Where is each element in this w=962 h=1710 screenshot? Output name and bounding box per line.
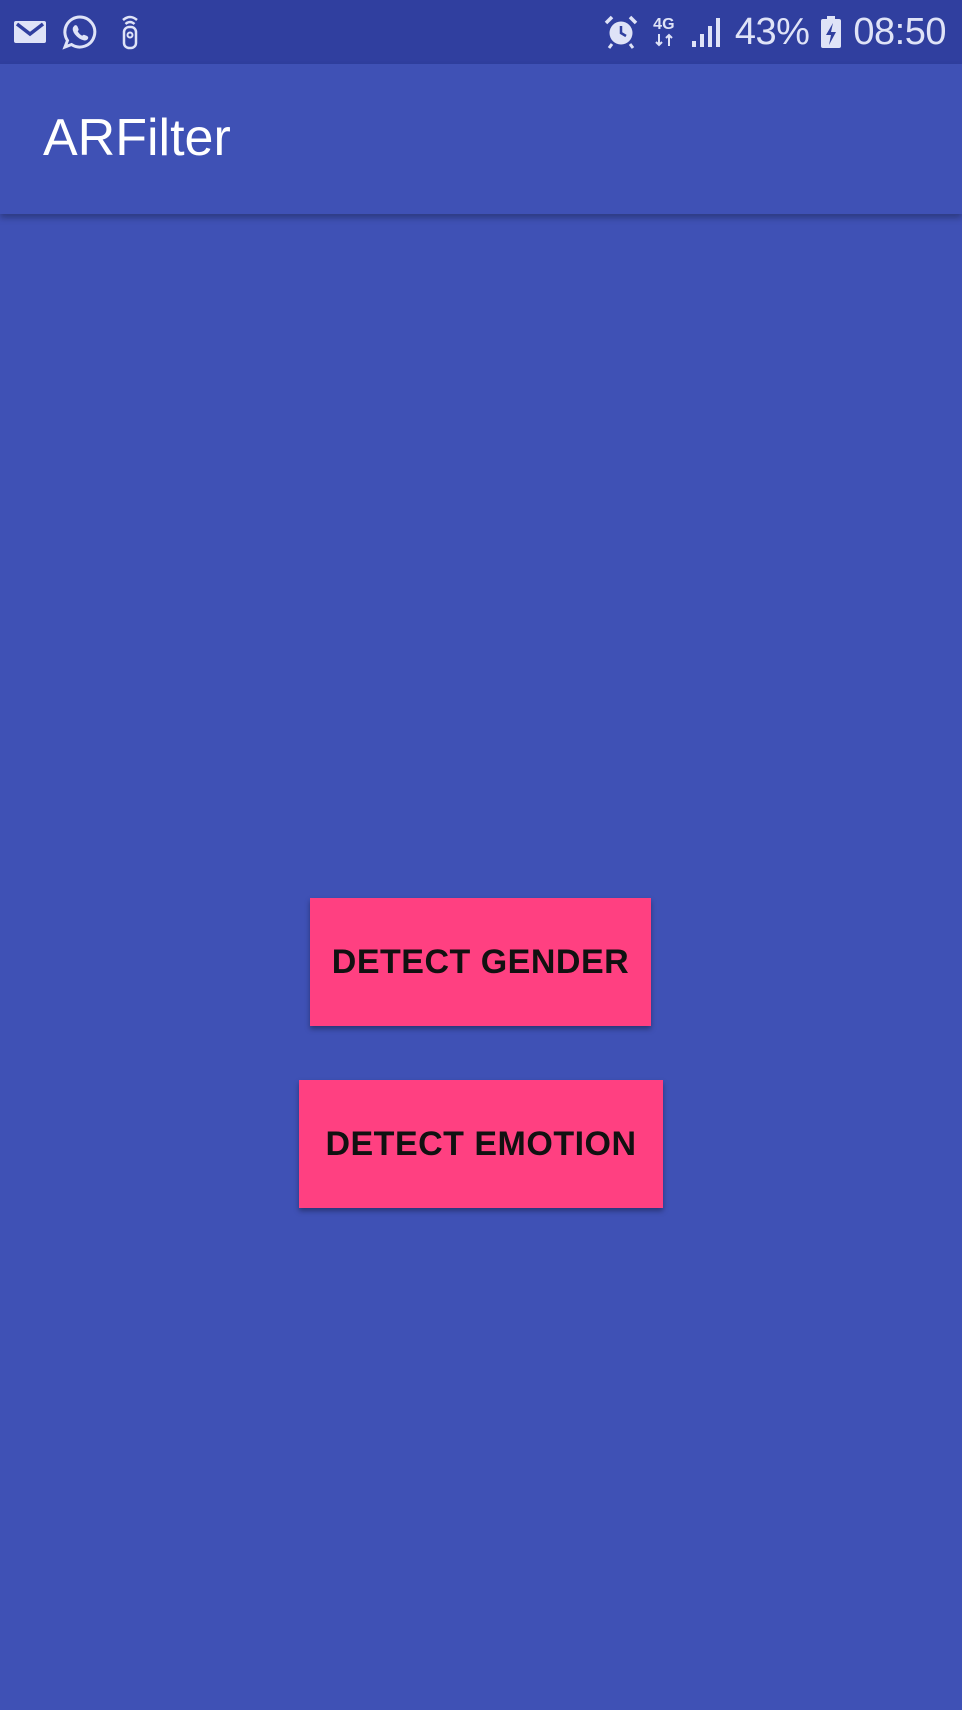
whatsapp-icon <box>62 14 98 50</box>
data-arrows-icon <box>654 33 674 47</box>
signal-strength-icon <box>689 14 725 50</box>
system-icons: 4G 43% 08:50 <box>603 8 946 56</box>
app-title: ARFilter <box>43 109 231 167</box>
notification-icons <box>12 12 148 52</box>
network-type-label: 4G <box>653 16 675 33</box>
alarm-icon <box>603 14 639 50</box>
network-type-indicator: 4G <box>649 17 679 47</box>
detect-gender-button[interactable]: DETECT GENDER <box>310 898 651 1026</box>
battery-charging-icon <box>819 14 843 50</box>
app-bar: ARFilter <box>0 64 962 214</box>
app-screen: 4G 43% 08:50 ARFilter DETECT GENDER DETE… <box>0 0 962 1710</box>
detect-emotion-button[interactable]: DETECT EMOTION <box>299 1080 663 1208</box>
status-bar: 4G 43% 08:50 <box>0 0 962 64</box>
remote-icon <box>112 14 148 50</box>
gmail-icon <box>12 14 48 50</box>
battery-percentage: 43% <box>734 11 810 53</box>
clock: 08:50 <box>853 11 946 53</box>
